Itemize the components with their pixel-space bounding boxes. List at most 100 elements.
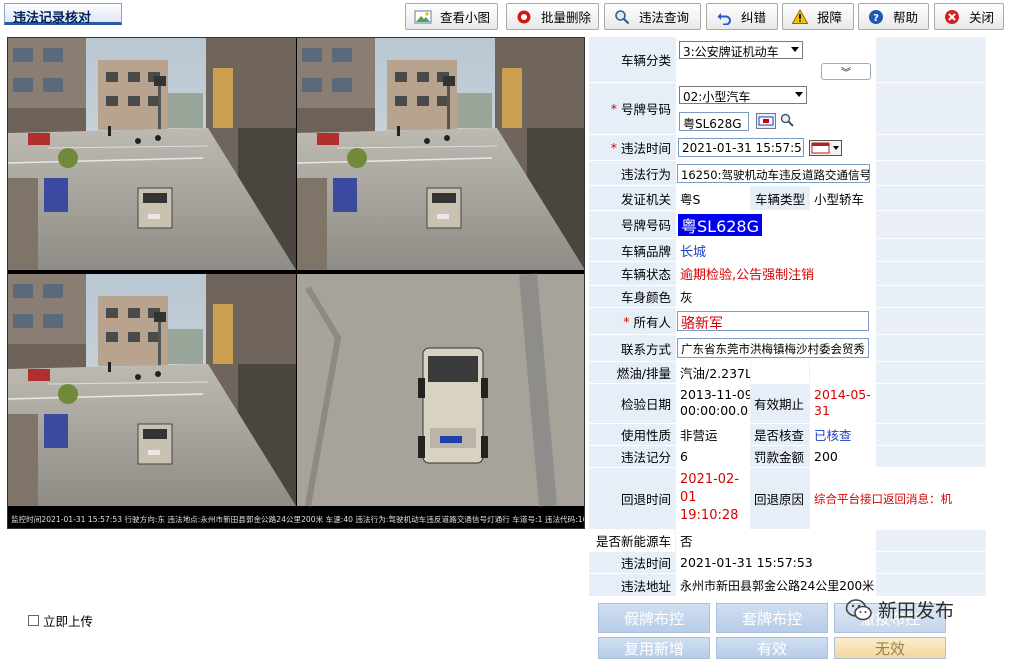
delete-icon: [515, 8, 533, 26]
color-value: 灰: [676, 286, 876, 307]
checked-value: 已核查: [810, 424, 876, 445]
info-panel: 车辆分类 3:公安牌证机动车 ︾ * 号牌号码 02:小型汽车 粤SL628G *…: [589, 37, 986, 597]
inspection-row: 检验日期 2013-11-09 00:00:00.0 有效期止 2014-05- 3…: [589, 384, 986, 424]
vehicle-type-label: 车辆类型: [751, 186, 809, 210]
vehicle-category-label: 车辆分类: [589, 37, 675, 82]
return-time-label: 回退时间: [589, 468, 675, 529]
inspection-value: 2013-11-09 00:00:00.0: [676, 384, 750, 423]
address-label: 违法地址: [589, 574, 675, 596]
correct-label: 纠错: [741, 10, 767, 25]
plate-number-row: 号牌号码 粤SL628G: [589, 211, 986, 239]
violation-time2-label: 违法时间: [589, 552, 675, 573]
fine-value: 200: [810, 446, 876, 467]
cloned-plate-control-button[interactable]: 套牌布控: [716, 603, 828, 633]
fuel-label: 燃油/排量: [589, 362, 675, 383]
fuel-row: 燃油/排量 汽油/2.237L: [589, 362, 986, 384]
status-label: 车辆状态: [589, 262, 675, 285]
fine-label: 罚款金额: [751, 446, 809, 467]
checked-label: 是否核查: [751, 424, 809, 445]
usage-row: 使用性质 非营运 是否核查 已核查: [589, 424, 986, 446]
expand-button[interactable]: ︾: [821, 63, 871, 80]
issuing-authority-label: 发证机关: [589, 186, 675, 210]
brand-row: 车辆品牌 长城: [589, 239, 986, 262]
correct-button[interactable]: 纠错: [706, 3, 778, 30]
usage-value: 非营运: [676, 424, 750, 445]
color-row: 车身颜色 灰: [589, 286, 986, 308]
points-value: 6: [676, 446, 750, 467]
warning-icon: [791, 8, 809, 26]
batch-delete-button[interactable]: 批量删除: [506, 3, 599, 30]
address-value: 永州市新田县郭金公路24公里200米: [676, 574, 876, 596]
address-row: 违法地址 永州市新田县郭金公路24公里200米: [589, 574, 986, 597]
upload-now-label: 立即上传: [43, 614, 94, 629]
violation-query-label: 违法查询: [639, 10, 690, 25]
help-button[interactable]: ? 帮助: [858, 3, 929, 30]
evidence-image: 监控时间2021-01-31 15:57:53 行驶方向:东 违法地点:永州市新…: [7, 37, 585, 529]
violation-time2-value: 2021-01-31 15:57:53: [676, 552, 876, 573]
contact-row: 联系方式 广东省东莞市洪梅镇梅沙村委会贸秀: [589, 335, 986, 362]
close-button[interactable]: 关闭: [934, 3, 1004, 30]
vehicle-category-row: 车辆分类 3:公安牌证机动车 ︾: [589, 37, 986, 83]
color-label: 车身颜色: [589, 286, 675, 307]
valid-until-value: 2014-05- 31: [810, 384, 876, 423]
batch-delete-label: 批量删除: [541, 10, 592, 25]
undo-icon: [715, 8, 733, 26]
plate-number-input[interactable]: 粤SL628G: [679, 112, 749, 131]
return-reason-label: 回退原因: [751, 468, 809, 529]
watermark: 新田发布: [845, 596, 954, 623]
plate-number-value: 粤SL628G: [678, 213, 763, 236]
chevron-down-icon: [791, 47, 799, 52]
brand-label: 车辆品牌: [589, 239, 675, 261]
owner-label: 所有人: [633, 314, 671, 330]
new-energy-label: 是否新能源车: [589, 530, 675, 551]
return-row: 回退时间 2021-02- 01 19:10:28 回退原因 综合平台接口返回消息：…: [589, 468, 986, 530]
report-fault-button[interactable]: 报障: [782, 3, 854, 30]
points-row: 违法记分 6 罚款金额 200: [589, 446, 986, 468]
reuse-add-button[interactable]: 复用新增: [598, 637, 710, 659]
chevron-down-icon: [795, 92, 803, 97]
points-label: 违法记分: [589, 446, 675, 467]
window-title-tab[interactable]: 违法记录核对: [4, 3, 122, 26]
brand-value: 长城: [676, 239, 876, 261]
issuing-authority-value: 粤S: [676, 186, 750, 210]
violation-query-button[interactable]: 违法查询: [604, 3, 701, 30]
violation-time-input[interactable]: 2021-01-31 15:57:53: [678, 138, 804, 157]
valid-until-label: 有效期止: [751, 384, 809, 423]
calendar-icon[interactable]: [809, 140, 842, 156]
upload-now-checkbox[interactable]: 立即上传: [28, 611, 93, 630]
toolbar: 违法记录核对 查看小图 批量删除 违法查询 纠错 报障 ? 帮助 关闭: [0, 0, 1010, 34]
status-value: 逾期检验,公告强制注销: [676, 262, 876, 285]
owner-row: * 所有人 骆新军: [589, 308, 986, 335]
owner-input[interactable]: 骆新军: [677, 311, 869, 331]
invalid-button[interactable]: 无效: [834, 637, 946, 659]
svg-text:?: ?: [873, 13, 879, 24]
contact-input[interactable]: 广东省东莞市洪梅镇梅沙村委会贸秀: [677, 338, 869, 358]
new-energy-row: 是否新能源车 否: [589, 530, 986, 552]
double-chevron-down-icon: ︾: [841, 68, 851, 79]
plate-keyboard-icon[interactable]: [756, 113, 776, 129]
help-icon: ?: [867, 8, 885, 26]
plate-type-label: 号牌号码: [620, 102, 671, 117]
search-icon[interactable]: [780, 113, 794, 130]
close-icon: [943, 8, 961, 26]
violation-time2-row: 违法时间 2021-01-31 15:57:53: [589, 552, 986, 574]
view-thumbs-button[interactable]: 查看小图: [405, 3, 498, 30]
usage-label: 使用性质: [589, 424, 675, 445]
watermark-text: 新田发布: [878, 600, 955, 622]
violation-behavior-row: 违法行为 16250:驾驶机动车违反道路交通信号: [589, 161, 986, 186]
search-icon: [613, 8, 631, 26]
return-time-value: 2021-02- 01 19:10:28: [676, 468, 750, 529]
checkbox-box[interactable]: [28, 615, 39, 626]
fake-plate-control-button[interactable]: 假牌布控: [598, 603, 710, 633]
fuel-value: 汽油/2.237L: [676, 362, 750, 383]
help-label: 帮助: [893, 10, 919, 25]
plate-type-row: * 号牌号码 02:小型汽车 粤SL628G: [589, 83, 986, 135]
new-energy-value: 否: [676, 530, 876, 551]
plate-number-label: 号牌号码: [589, 211, 675, 238]
return-reason-value: 综合平台接口返回消息：机: [810, 468, 986, 529]
vehicle-type-value: 小型轿车: [810, 186, 876, 210]
plate-type-select[interactable]: 02:小型汽车: [679, 86, 807, 104]
vehicle-category-select[interactable]: 3:公安牌证机动车: [679, 41, 803, 59]
violation-behavior-input[interactable]: 16250:驾驶机动车违反道路交通信号: [677, 164, 870, 183]
valid-button[interactable]: 有效: [716, 637, 828, 659]
